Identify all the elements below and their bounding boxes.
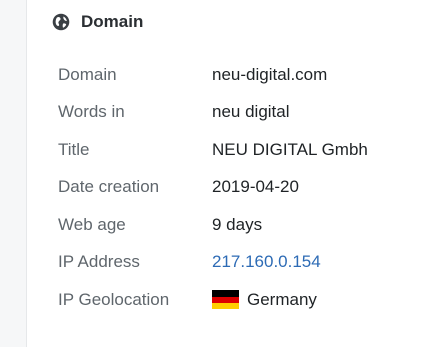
row-value: 9 days <box>212 214 263 234</box>
germany-flag-icon <box>212 290 239 310</box>
row-label: Domain <box>58 64 117 84</box>
card-title: Domain <box>81 12 144 31</box>
row-label: Words in <box>58 102 125 122</box>
globe-icon <box>52 13 70 31</box>
row-date-creation: Date creation 2019-04-20 <box>58 169 368 207</box>
row-web-age: Web age 9 days <box>58 206 368 244</box>
row-ip-address: IP Address 217.160.0.154 <box>58 244 368 282</box>
domain-info-list: Domain neu-digital.com Words in neu digi… <box>58 56 368 319</box>
domain-card: Domain Domain neu-digital.com Words in n… <box>26 0 445 347</box>
country-name: Germany <box>247 289 317 309</box>
row-value: NEU DIGITAL Gmbh <box>212 139 368 159</box>
row-value-geolocation: Germany <box>212 290 317 310</box>
row-label: IP Geolocation <box>58 289 170 309</box>
row-value: neu-digital.com <box>212 64 328 84</box>
row-label: Title <box>58 139 90 159</box>
row-label: IP Address <box>58 252 140 272</box>
row-value: 2019-04-20 <box>212 177 299 197</box>
row-domain: Domain neu-digital.com <box>58 56 368 94</box>
row-label: Date creation <box>58 177 160 197</box>
row-ip-geolocation: IP Geolocation Germany <box>58 281 368 319</box>
ip-address-link[interactable]: 217.160.0.154 <box>212 252 321 272</box>
row-words-in: Words in neu digital <box>58 94 368 132</box>
row-label: Web age <box>58 214 126 234</box>
row-value: neu digital <box>212 102 290 122</box>
card-header: Domain <box>52 10 143 34</box>
flag-stripe-gold <box>212 302 239 310</box>
row-title: Title NEU DIGITAL Gmbh <box>58 131 368 169</box>
